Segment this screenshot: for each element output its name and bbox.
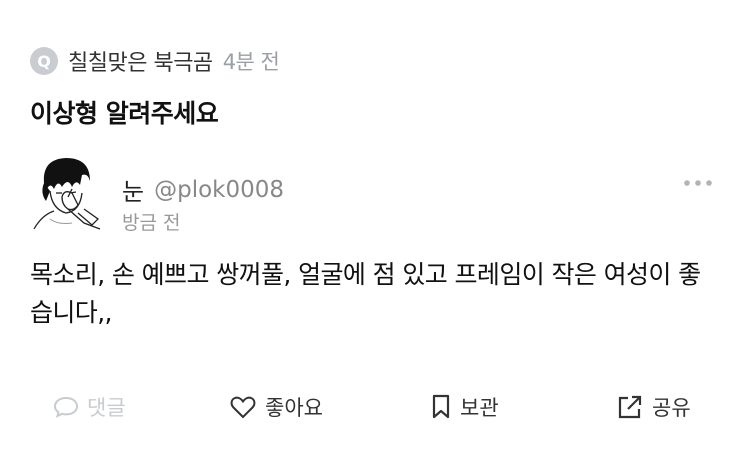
- question-author[interactable]: 칠칠맞은 북극곰: [68, 45, 213, 77]
- question-header: Q 칠칠맞은 북극곰 4분 전: [30, 44, 280, 78]
- answer-author-handle[interactable]: @plok0008: [154, 177, 284, 203]
- question-title: 이상형 알려주세요: [30, 99, 219, 128]
- answer-time: 방금 전: [122, 212, 181, 234]
- share-label: 공유: [652, 396, 691, 420]
- like-button[interactable]: 좋아요: [229, 385, 323, 429]
- avatar[interactable]: [28, 153, 110, 235]
- question-badge-icon: Q: [30, 47, 58, 75]
- bookmark-icon: [432, 394, 450, 419]
- comment-button[interactable]: 댓글: [53, 385, 126, 429]
- question-time: 4분 전: [222, 50, 280, 74]
- share-button[interactable]: 공유: [616, 385, 691, 429]
- answer-author-line[interactable]: 눈 @plok0008: [122, 172, 284, 207]
- like-label: 좋아요: [265, 396, 323, 420]
- share-arrow-icon: [618, 395, 642, 419]
- save-button[interactable]: 보관: [430, 385, 499, 429]
- action-bar: 댓글 좋아요 보관 공유: [0, 385, 750, 429]
- answer-author-name[interactable]: 눈: [122, 172, 144, 207]
- save-label: 보관: [460, 396, 499, 420]
- answer-body: 목소리, 손 예쁘고 쌍꺼풀, 얼굴에 점 있고 프레임이 작은 여성이 좋습니…: [30, 260, 701, 327]
- comment-label: 댓글: [87, 396, 126, 420]
- heart-icon: [230, 396, 256, 419]
- more-dots-icon[interactable]: [682, 176, 714, 190]
- speech-bubble-icon: [53, 396, 79, 418]
